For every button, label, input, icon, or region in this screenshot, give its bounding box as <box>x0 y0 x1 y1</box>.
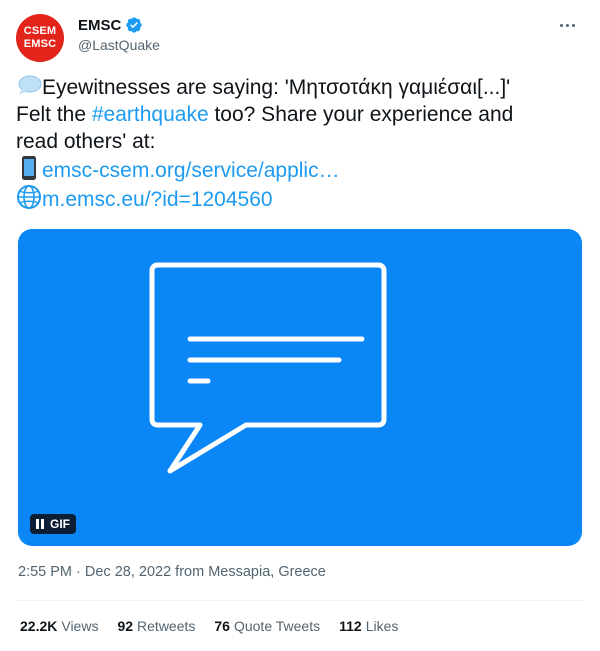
quotes-label: Quote Tweets <box>233 618 321 634</box>
tweet-header: CSEM EMSC EMSC @LastQuake <box>16 12 584 62</box>
mobile-phone-icon <box>22 156 36 180</box>
author-names: EMSC @LastQuake <box>78 16 160 54</box>
quote-tweets-stat[interactable]: 76 Quote Tweets <box>214 618 320 634</box>
avatar-text-top: CSEM <box>23 25 57 37</box>
tweet-line-2-prefix: Felt the <box>16 103 92 126</box>
tweet-line-1: Eyewitnesses are saying: 'Μητσοτάκη γαμι… <box>42 76 511 99</box>
likes-count: 112 <box>339 618 362 634</box>
divider <box>16 600 584 601</box>
author-handle[interactable]: @LastQuake <box>78 37 160 53</box>
tweet-line-2-suffix: too? Share your experience and <box>208 103 514 126</box>
speech-balloon-icon <box>18 75 42 95</box>
avatar-text-bottom: EMSC <box>23 38 57 50</box>
views-stat[interactable]: 22.2K Views <box>20 618 98 634</box>
likes-stat[interactable]: 112 Likes <box>339 618 398 634</box>
retweets-label: Retweets <box>137 618 196 634</box>
speech-bubble-illustration <box>149 262 387 474</box>
views-label: Views <box>61 618 99 634</box>
tweet-stats: 22.2K Views 92 Retweets 76 Quote Tweets 112… <box>20 618 398 634</box>
gif-media[interactable]: GIF <box>18 229 582 546</box>
tweet-line-3: read others' at: <box>16 130 156 153</box>
hashtag-link[interactable]: #earthquake <box>92 103 209 126</box>
app-link[interactable]: emsc-csem.org/service/applic… <box>42 159 340 182</box>
likes-label: Likes <box>365 618 399 634</box>
tweet-text: Eyewitnesses are saying: 'Μητσοτάκη γαμι… <box>16 74 582 213</box>
tweet-timestamp[interactable]: 2:55 PM · Dec 28, 2022 from Messapia, Gr… <box>18 564 326 580</box>
globe-icon <box>17 185 41 209</box>
gif-badge[interactable]: GIF <box>30 514 76 534</box>
more-horizontal-icon[interactable] <box>552 14 582 36</box>
retweets-count: 92 <box>117 618 134 634</box>
mobile-link[interactable]: m.emsc.eu/?id=1204560 <box>42 188 273 211</box>
verified-badge-icon <box>126 17 143 33</box>
pause-icon[interactable] <box>36 519 44 529</box>
gif-label: GIF <box>50 517 70 531</box>
quotes-count: 76 <box>214 618 230 634</box>
views-count: 22.2K <box>20 618 58 634</box>
display-name[interactable]: EMSC <box>78 17 121 34</box>
avatar[interactable]: CSEM EMSC <box>16 14 64 62</box>
retweets-stat[interactable]: 92 Retweets <box>117 618 195 634</box>
